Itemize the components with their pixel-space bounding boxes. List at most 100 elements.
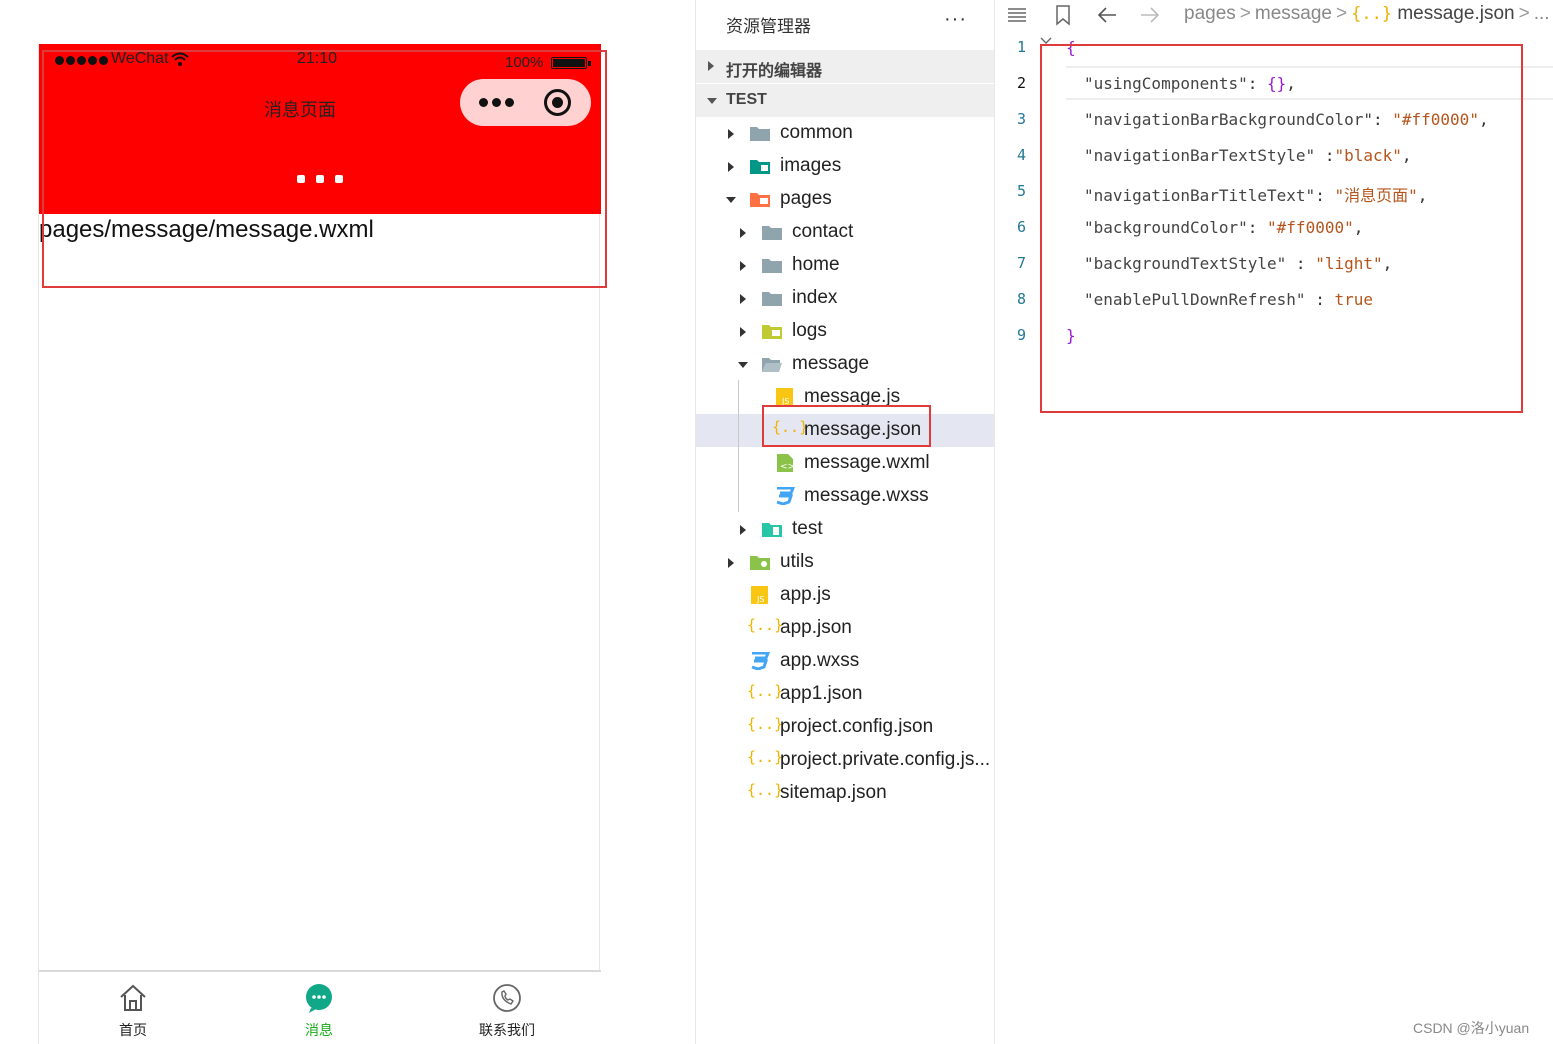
chevron-down-icon [707, 98, 717, 104]
indent-guide [738, 380, 739, 512]
page-content-text: pages/message/message.wxml [39, 216, 374, 243]
phone-simulator: WeChat 21:10 100% 消息页面 pages/message/mes… [38, 44, 601, 1044]
folder-icon [750, 127, 770, 141]
json-file-icon: {..} [1351, 4, 1393, 24]
tree-file-message-json[interactable]: {..} message.json [696, 414, 994, 447]
file-explorer: 资源管理器 ··· 打开的编辑器 TEST common images page… [695, 0, 995, 1044]
tree-folder-message[interactable]: message [696, 348, 994, 381]
tree-file-app-js[interactable]: JS app.js [696, 579, 994, 612]
tab-label-message: 消息 [305, 1022, 333, 1038]
tree-file-sitemap-json[interactable]: {..} sitemap.json [696, 777, 994, 810]
phone-icon [493, 984, 521, 1012]
bookmark-icon[interactable] [1052, 4, 1074, 26]
chevron-down-icon [738, 362, 748, 368]
project-section[interactable]: TEST [696, 84, 994, 117]
breadcrumb: pages > message > {..} message.json >... [1184, 3, 1550, 24]
tree-folder-test[interactable]: test [696, 513, 994, 546]
folder-open-icon [762, 358, 782, 372]
test-folder-icon [762, 523, 782, 537]
tab-label-contact: 联系我们 [479, 1022, 535, 1038]
code-line[interactable]: 9 } [996, 318, 1553, 354]
js-file-icon: JS [751, 586, 768, 604]
battery-icon [551, 57, 591, 69]
chevron-right-icon [728, 162, 734, 172]
more-icon[interactable] [474, 89, 518, 116]
signal-icon [55, 56, 108, 65]
list-icon[interactable] [1006, 4, 1028, 26]
status-bar: WeChat 21:10 100% [39, 48, 601, 72]
watermark: CSDN @洛小yuan [1413, 1020, 1530, 1036]
code-editor: pages > message > {..} message.json >... 1 { … [996, 0, 1553, 1044]
tree-folder-index[interactable]: index [696, 282, 994, 315]
folder-icon [762, 292, 782, 306]
svg-text:JS: JS [756, 595, 764, 604]
chevron-right-icon [708, 61, 714, 71]
message-icon [306, 984, 332, 1013]
wxss-file-icon [751, 652, 771, 670]
explorer-more-button[interactable]: ··· [944, 8, 967, 31]
tree-folder-logs[interactable]: logs [696, 315, 994, 348]
json-file-icon: {..} [747, 781, 784, 799]
svg-text:JS: JS [781, 397, 789, 406]
battery-percent: 100% [505, 54, 544, 71]
tree-folder-home[interactable]: home [696, 249, 994, 282]
code-line[interactable]: 7 "backgroundTextStyle" : "light", [996, 246, 1553, 282]
tree-folder-common[interactable]: common [696, 117, 994, 150]
forward-arrow-icon[interactable] [1139, 4, 1161, 26]
tree-file-message-wxml[interactable]: <> message.wxml [696, 447, 994, 480]
code-line[interactable]: 4 "navigationBarTextStyle" :"black", [996, 138, 1553, 174]
chevron-right-icon [740, 261, 746, 271]
chevron-right-icon [740, 228, 746, 238]
fold-chevron-icon[interactable] [1040, 36, 1052, 46]
tree-file-app-json[interactable]: {..} app.json [696, 612, 994, 645]
wxml-file-icon: <> [777, 454, 795, 472]
tab-label-home: 首页 [119, 1022, 147, 1038]
code-line[interactable]: 8 "enablePullDownRefresh" : true [996, 282, 1553, 318]
tree-file-app1-json[interactable]: {..} app1.json [696, 678, 994, 711]
tree-file-project-private-config[interactable]: {..} project.private.config.js... [696, 744, 994, 777]
tree-folder-utils[interactable]: utils [696, 546, 994, 579]
carrier-name: WeChat [111, 50, 169, 67]
wxss-file-icon [776, 487, 796, 505]
code-line[interactable]: 1 { [996, 30, 1553, 66]
wifi-icon [171, 52, 189, 66]
code-line[interactable]: 5 "navigationBarTitleText": "消息页面", [996, 174, 1553, 210]
breadcrumb-pages[interactable]: pages [1184, 3, 1236, 24]
tree-folder-contact[interactable]: contact [696, 216, 994, 249]
tree-file-message-wxss[interactable]: message.wxss [696, 480, 994, 513]
json-file-icon: {..} [747, 682, 784, 700]
pages-folder-icon [750, 193, 770, 207]
breadcrumb-more[interactable]: ... [1534, 3, 1550, 24]
folder-icon [762, 226, 782, 240]
breadcrumb-message[interactable]: message [1255, 3, 1332, 24]
explorer-title: 资源管理器 [726, 17, 811, 36]
editor-toolbar: pages > message > {..} message.json >... [996, 0, 1553, 30]
json-file-icon: {..} [747, 748, 784, 766]
json-file-icon: {..} [747, 616, 784, 634]
back-arrow-icon[interactable] [1096, 4, 1118, 26]
status-time: 21:10 [297, 50, 338, 67]
chevron-right-icon [728, 558, 734, 568]
json-file-icon: {..} [747, 715, 784, 733]
tree-folder-pages[interactable]: pages [696, 183, 994, 216]
tab-contact[interactable]: 联系我们 [447, 982, 567, 1040]
current-line-highlight [1066, 66, 1553, 100]
code-line[interactable]: 6 "backgroundColor": "#ff0000", [996, 210, 1553, 246]
tree-file-message-js[interactable]: JS message.js [696, 381, 994, 414]
chevron-right-icon [728, 129, 734, 139]
tab-message[interactable]: 消息 [259, 982, 379, 1040]
tree-file-app-wxss[interactable]: app.wxss [696, 645, 994, 678]
tab-home[interactable]: 首页 [73, 982, 193, 1040]
navigation-bar: WeChat 21:10 100% 消息页面 [39, 44, 601, 214]
close-miniprogram-icon[interactable] [544, 89, 571, 116]
tree-file-project-config-json[interactable]: {..} project.config.json [696, 711, 994, 744]
code-line[interactable]: 3 "navigationBarBackgroundColor": "#ff00… [996, 102, 1553, 138]
chevron-right-icon [740, 327, 746, 337]
home-icon [120, 984, 146, 1011]
capsule-menu [460, 79, 591, 126]
open-editors-section[interactable]: 打开的编辑器 [696, 50, 994, 83]
breadcrumb-message-json[interactable]: message.json [1397, 3, 1514, 24]
loading-dots-icon [297, 175, 343, 183]
tree-folder-images[interactable]: images [696, 150, 994, 183]
chevron-down-icon [726, 197, 736, 203]
